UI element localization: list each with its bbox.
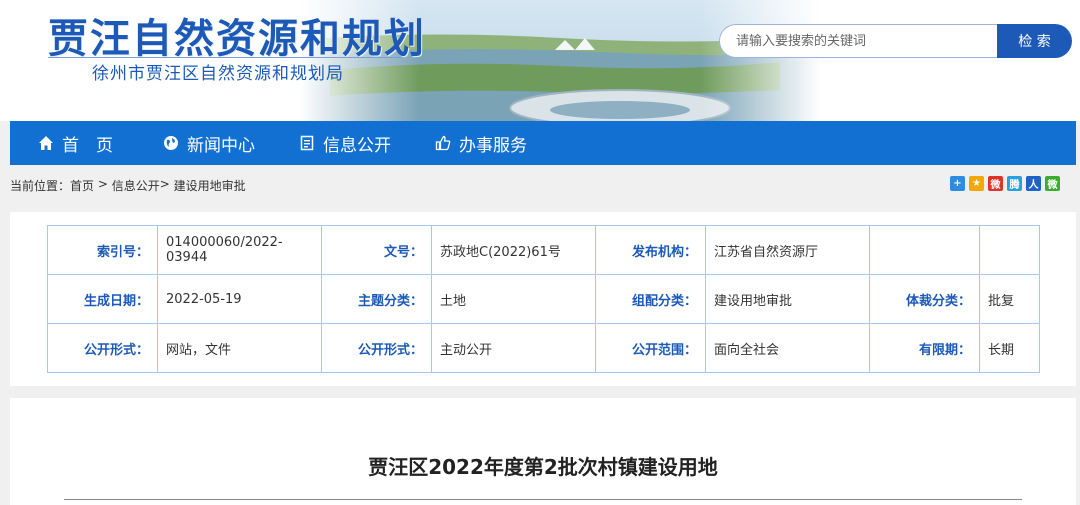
disclosure-scope-value: 面向全社会 (705, 323, 870, 373)
metadata-row: 公开形式： 网站，文件 公开形式： 主动公开 公开范围： 面向全社会 有限期： … (47, 323, 1040, 373)
index-number-label: 索引号： (47, 225, 158, 275)
article-panel: 贾汪区2022年度第2批次村镇建设用地 (10, 398, 1076, 505)
thumbs-up-icon (435, 135, 451, 151)
genre-category-value: 批复 (979, 274, 1040, 324)
genre-category-label: 体裁分类： (869, 274, 980, 324)
created-date-value: 2022-05-19 (157, 274, 322, 324)
publisher-label: 发布机构： (595, 225, 706, 275)
share-toolbar: + ★ 微 腾 人 微 (950, 176, 1060, 191)
empty-value (979, 225, 1040, 275)
breadcrumb-prefix: 当前位置： (10, 179, 71, 193)
search-input[interactable] (720, 25, 999, 57)
document-icon (299, 135, 315, 151)
share-more-icon[interactable]: + (950, 176, 965, 191)
validity-period-label: 有限期： (869, 323, 980, 373)
breadcrumb: 当前位置： 首页 > 信息公开 > 建设用地审批 (10, 177, 246, 194)
metadata-panel: 索引号： 014000060/2022-03944 文号： 苏政地C(2022)… (10, 212, 1076, 386)
nav-item-news[interactable]: 新闻中心 (163, 121, 255, 165)
search-button[interactable]: 检 索 (997, 24, 1072, 58)
article-divider (64, 499, 1022, 500)
publisher-value: 江苏省自然资源厅 (705, 225, 870, 275)
assembly-category-value: 建设用地审批 (705, 274, 870, 324)
created-date-label: 生成日期： (47, 274, 158, 324)
disclosure-scope-label: 公开范围： (595, 323, 706, 373)
breadcrumb-section-link[interactable]: 信息公开 (112, 177, 160, 194)
document-number-value: 苏政地C(2022)61号 (431, 225, 596, 275)
breadcrumb-home-link[interactable]: 首页 (70, 177, 94, 194)
index-number-value: 014000060/2022-03944 (157, 225, 322, 275)
document-number-label: 文号： (321, 225, 432, 275)
metadata-table: 索引号： 014000060/2022-03944 文号： 苏政地C(2022)… (47, 225, 1040, 373)
site-title: 贾汪自然资源和规划 (48, 16, 426, 62)
weibo-icon[interactable]: 微 (988, 176, 1003, 191)
search-box (719, 24, 999, 58)
site-header: 贾汪自然资源和规划 徐州市贾汪区自然资源和规划局 检 索 (0, 0, 1080, 121)
empty-label (869, 225, 980, 275)
topic-category-label: 主题分类： (321, 274, 432, 324)
breadcrumb-current-link[interactable]: 建设用地审批 (174, 177, 246, 194)
qzone-icon[interactable]: ★ (969, 176, 984, 191)
site-subtitle: 徐州市贾汪区自然资源和规划局 (92, 64, 344, 84)
globe-icon (163, 135, 179, 151)
title-divider (48, 57, 402, 58)
disclosure-form-value: 主动公开 (431, 323, 596, 373)
metadata-row: 索引号： 014000060/2022-03944 文号： 苏政地C(2022)… (47, 225, 1040, 275)
breadcrumb-separator: > (94, 177, 112, 191)
publish-form-value: 网站，文件 (157, 323, 322, 373)
disclosure-form-label: 公开形式： (321, 323, 432, 373)
nav-label-services: 办事服务 (459, 135, 527, 156)
publish-form-label: 公开形式： (47, 323, 158, 373)
main-nav: 首 页 新闻中心 信息公开 办事服务 (10, 121, 1076, 165)
nav-item-home[interactable]: 首 页 (38, 121, 113, 165)
metadata-row: 生成日期： 2022-05-19 主题分类： 土地 组配分类： 建设用地审批 体… (47, 274, 1040, 324)
tencent-weibo-icon[interactable]: 腾 (1007, 176, 1022, 191)
article-title: 贾汪区2022年度第2批次村镇建设用地 (368, 455, 718, 479)
breadcrumb-separator: > (159, 177, 174, 191)
nav-label-news: 新闻中心 (187, 135, 255, 156)
nav-item-services[interactable]: 办事服务 (435, 121, 527, 165)
validity-period-value: 长期 (979, 323, 1040, 373)
assembly-category-label: 组配分类： (595, 274, 706, 324)
home-icon (38, 135, 54, 151)
nav-label-info-public: 信息公开 (323, 135, 391, 156)
nav-item-info-public[interactable]: 信息公开 (299, 121, 391, 165)
nav-label-home: 首 页 (62, 135, 113, 156)
topic-category-value: 土地 (431, 274, 596, 324)
breadcrumb-bar: 当前位置： 首页 > 信息公开 > 建设用地审批 + ★ 微 腾 人 微 (10, 165, 1076, 205)
renren-icon[interactable]: 人 (1026, 176, 1041, 191)
wechat-icon[interactable]: 微 (1045, 176, 1060, 191)
